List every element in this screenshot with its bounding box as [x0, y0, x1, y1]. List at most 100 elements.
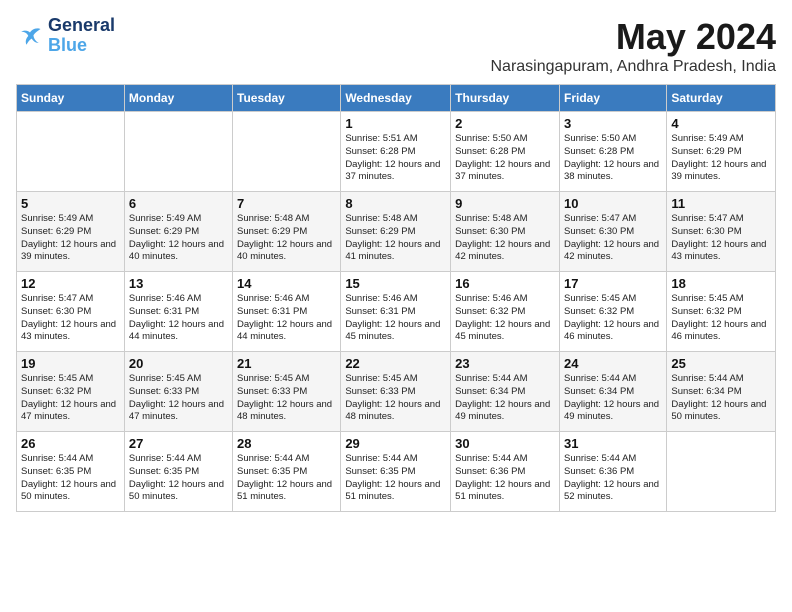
day-number: 24: [564, 356, 662, 371]
calendar-cell: 2 Sunrise: 5:50 AMSunset: 6:28 PMDaylight…: [451, 112, 560, 192]
cell-info: Sunrise: 5:44 AMSunset: 6:35 PMDaylight:…: [129, 453, 228, 504]
calendar-cell: [667, 432, 776, 512]
cell-info: Sunrise: 5:51 AMSunset: 6:28 PMDaylight:…: [345, 133, 446, 184]
cell-info: Sunrise: 5:44 AMSunset: 6:34 PMDaylight:…: [455, 373, 555, 424]
day-number: 28: [237, 436, 336, 451]
day-number: 21: [237, 356, 336, 371]
day-number: 18: [671, 276, 771, 291]
logo-icon: [16, 22, 44, 50]
cell-info: Sunrise: 5:44 AMSunset: 6:35 PMDaylight:…: [345, 453, 446, 504]
calendar-cell: 12 Sunrise: 5:47 AMSunset: 6:30 PMDayligh…: [17, 272, 125, 352]
header-sunday: Sunday: [17, 85, 125, 112]
cell-info: Sunrise: 5:49 AMSunset: 6:29 PMDaylight:…: [671, 133, 771, 184]
day-number: 1: [345, 116, 446, 131]
day-number: 16: [455, 276, 555, 291]
day-number: 31: [564, 436, 662, 451]
calendar-cell: 22 Sunrise: 5:45 AMSunset: 6:33 PMDayligh…: [341, 352, 451, 432]
cell-info: Sunrise: 5:50 AMSunset: 6:28 PMDaylight:…: [455, 133, 555, 184]
header-thursday: Thursday: [451, 85, 560, 112]
calendar-week-row: 19 Sunrise: 5:45 AMSunset: 6:32 PMDayligh…: [17, 352, 776, 432]
cell-info: Sunrise: 5:44 AMSunset: 6:35 PMDaylight:…: [21, 453, 120, 504]
day-number: 7: [237, 196, 336, 211]
calendar-cell: 28 Sunrise: 5:44 AMSunset: 6:35 PMDayligh…: [233, 432, 341, 512]
day-number: 8: [345, 196, 446, 211]
calendar-cell: 15 Sunrise: 5:46 AMSunset: 6:31 PMDayligh…: [341, 272, 451, 352]
calendar-cell: 29 Sunrise: 5:44 AMSunset: 6:35 PMDayligh…: [341, 432, 451, 512]
calendar-cell: 7Sunrise: 5:48 AMSunset: 6:29 PMDaylight…: [233, 192, 341, 272]
cell-info: Sunrise: 5:45 AMSunset: 6:32 PMDaylight:…: [564, 293, 662, 344]
calendar-cell: 4 Sunrise: 5:49 AMSunset: 6:29 PMDaylight…: [667, 112, 776, 192]
cell-info: Sunrise: 5:45 AMSunset: 6:32 PMDaylight:…: [21, 373, 120, 424]
calendar-cell: 16 Sunrise: 5:46 AMSunset: 6:32 PMDayligh…: [451, 272, 560, 352]
day-number: 27: [129, 436, 228, 451]
day-number: 4: [671, 116, 771, 131]
cell-info: Sunrise: 5:45 AMSunset: 6:32 PMDaylight:…: [671, 293, 771, 344]
title-block: May 2024 Narasingapuram, Andhra Pradesh,…: [490, 16, 776, 76]
day-number: 2: [455, 116, 555, 131]
day-number: 30: [455, 436, 555, 451]
calendar-cell: [233, 112, 341, 192]
cell-info: Sunrise: 5:44 AMSunset: 6:36 PMDaylight:…: [455, 453, 555, 504]
header-monday: Monday: [124, 85, 232, 112]
day-number: 13: [129, 276, 228, 291]
header-tuesday: Tuesday: [233, 85, 341, 112]
calendar-cell: [17, 112, 125, 192]
calendar-cell: 8Sunrise: 5:48 AMSunset: 6:29 PMDaylight…: [341, 192, 451, 272]
cell-info: Sunrise: 5:44 AMSunset: 6:35 PMDaylight:…: [237, 453, 336, 504]
day-number: 14: [237, 276, 336, 291]
day-number: 22: [345, 356, 446, 371]
cell-info: Sunrise: 5:47 AMSunset: 6:30 PMDaylight:…: [21, 293, 120, 344]
cell-info: Sunrise: 5:45 AMSunset: 6:33 PMDaylight:…: [345, 373, 446, 424]
day-number: 5: [21, 196, 120, 211]
day-number: 19: [21, 356, 120, 371]
cell-info: Sunrise: 5:48 AMSunset: 6:30 PMDaylight:…: [455, 213, 555, 264]
calendar-cell: 10 Sunrise: 5:47 AMSunset: 6:30 PMDayligh…: [559, 192, 666, 272]
cell-info: Sunrise: 5:44 AMSunset: 6:34 PMDaylight:…: [564, 373, 662, 424]
day-number: 3: [564, 116, 662, 131]
calendar-cell: 3 Sunrise: 5:50 AMSunset: 6:28 PMDaylight…: [559, 112, 666, 192]
calendar-cell: 20Sunrise: 5:45 AMSunset: 6:33 PMDayligh…: [124, 352, 232, 432]
cell-info: Sunrise: 5:47 AMSunset: 6:30 PMDaylight:…: [564, 213, 662, 264]
calendar-cell: 24 Sunrise: 5:44 AMSunset: 6:34 PMDayligh…: [559, 352, 666, 432]
cell-info: Sunrise: 5:46 AMSunset: 6:31 PMDaylight:…: [345, 293, 446, 344]
page-header: General Blue May 2024 Narasingapuram, An…: [16, 16, 776, 76]
day-number: 10: [564, 196, 662, 211]
cell-info: Sunrise: 5:50 AMSunset: 6:28 PMDaylight:…: [564, 133, 662, 184]
day-number: 15: [345, 276, 446, 291]
header-friday: Friday: [559, 85, 666, 112]
cell-info: Sunrise: 5:49 AMSunset: 6:29 PMDaylight:…: [129, 213, 228, 264]
day-number: 26: [21, 436, 120, 451]
header-saturday: Saturday: [667, 85, 776, 112]
calendar-cell: 27 Sunrise: 5:44 AMSunset: 6:35 PMDayligh…: [124, 432, 232, 512]
day-number: 12: [21, 276, 120, 291]
day-number: 23: [455, 356, 555, 371]
cell-info: Sunrise: 5:44 AMSunset: 6:34 PMDaylight:…: [671, 373, 771, 424]
cell-info: Sunrise: 5:45 AMSunset: 6:33 PMDaylight:…: [237, 373, 336, 424]
location-title: Narasingapuram, Andhra Pradesh, India: [490, 58, 776, 76]
calendar-week-row: 5 Sunrise: 5:49 AMSunset: 6:29 PMDaylight…: [17, 192, 776, 272]
calendar-cell: [124, 112, 232, 192]
calendar-cell: 9 Sunrise: 5:48 AMSunset: 6:30 PMDaylight…: [451, 192, 560, 272]
calendar-cell: 31 Sunrise: 5:44 AMSunset: 6:36 PMDayligh…: [559, 432, 666, 512]
day-number: 29: [345, 436, 446, 451]
calendar-cell: 30 Sunrise: 5:44 AMSunset: 6:36 PMDayligh…: [451, 432, 560, 512]
day-number: 11: [671, 196, 771, 211]
cell-info: Sunrise: 5:46 AMSunset: 6:31 PMDaylight:…: [237, 293, 336, 344]
calendar-week-row: 12 Sunrise: 5:47 AMSunset: 6:30 PMDayligh…: [17, 272, 776, 352]
calendar-cell: 23 Sunrise: 5:44 AMSunset: 6:34 PMDayligh…: [451, 352, 560, 432]
day-number: 9: [455, 196, 555, 211]
cell-info: Sunrise: 5:49 AMSunset: 6:29 PMDaylight:…: [21, 213, 120, 264]
cell-info: Sunrise: 5:46 AMSunset: 6:32 PMDaylight:…: [455, 293, 555, 344]
day-number: 17: [564, 276, 662, 291]
day-number: 25: [671, 356, 771, 371]
calendar-table: SundayMondayTuesdayWednesdayThursdayFrid…: [16, 84, 776, 512]
day-number: 20: [129, 356, 228, 371]
calendar-cell: 6Sunrise: 5:49 AMSunset: 6:29 PMDaylight…: [124, 192, 232, 272]
calendar-cell: 21 Sunrise: 5:45 AMSunset: 6:33 PMDayligh…: [233, 352, 341, 432]
logo: General Blue: [16, 16, 115, 56]
calendar-header-row: SundayMondayTuesdayWednesdayThursdayFrid…: [17, 85, 776, 112]
cell-info: Sunrise: 5:44 AMSunset: 6:36 PMDaylight:…: [564, 453, 662, 504]
logo-text: General Blue: [48, 16, 115, 56]
calendar-cell: 13Sunrise: 5:46 AMSunset: 6:31 PMDayligh…: [124, 272, 232, 352]
calendar-cell: 18 Sunrise: 5:45 AMSunset: 6:32 PMDayligh…: [667, 272, 776, 352]
